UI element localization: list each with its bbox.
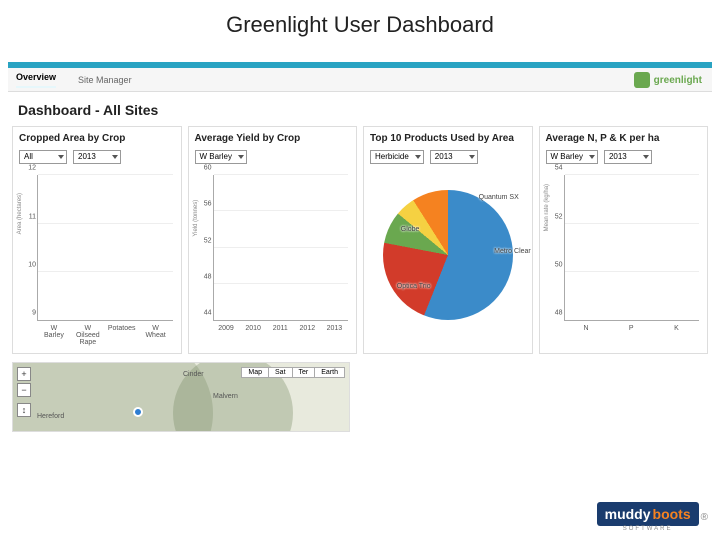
- crop-select[interactable]: W Barley: [546, 150, 598, 164]
- bar-plot: 60 56 52 48 44: [213, 175, 349, 321]
- map-tab-ter[interactable]: Ter: [292, 367, 316, 378]
- panel-map[interactable]: + − ↕ Map Sat Ter Earth Cinder Malvern H…: [12, 362, 350, 432]
- chart-cropped-area: Area (hectares) 12 11 10 9 W Barley W O: [19, 171, 175, 339]
- filter-row: Herbicide 2013: [370, 150, 526, 164]
- filter-row: W Barley: [195, 150, 351, 164]
- panel-title: Cropped Area by Crop: [19, 133, 175, 144]
- panel-top-products: Top 10 Products Used by Area Herbicide 2…: [363, 126, 533, 354]
- brand-text: greenlight: [654, 75, 702, 86]
- panel-avg-yield: Average Yield by Crop W Barley Yield (to…: [188, 126, 358, 354]
- x-axis-labels: W Barley W Oilseed Rape Potatoes W Wheat: [37, 325, 173, 339]
- filter-row: All 2013: [19, 150, 175, 164]
- chart-top-products: Quantum SX Globe Optica Trio Metro Clear: [368, 171, 528, 339]
- x-axis-labels: N P K: [564, 325, 700, 339]
- brand-subtitle: SOFTWARE: [597, 526, 699, 532]
- panel-row: Cropped Area by Crop All 2013 Area (hect…: [12, 126, 708, 354]
- bar-plot: 12 11 10 9: [37, 175, 173, 321]
- panel-npk: Average N, P & K per ha W Barley 2013 Me…: [539, 126, 709, 354]
- year-select[interactable]: 2013: [430, 150, 478, 164]
- x-axis-labels: 2009 2010 2011 2012 2013: [213, 325, 349, 339]
- map-place-label: Hereford: [37, 413, 64, 420]
- panel-cropped-area: Cropped Area by Crop All 2013 Area (hect…: [12, 126, 182, 354]
- map-tab-earth[interactable]: Earth: [314, 367, 345, 378]
- year-select[interactable]: 2013: [604, 150, 652, 164]
- filter-row: W Barley 2013: [546, 150, 702, 164]
- pie-chart: Quantum SX Globe Optica Trio Metro Clear: [383, 190, 513, 320]
- slice-label: Optica Trio: [397, 283, 431, 290]
- panel-title: Average N, P & K per ha: [546, 133, 702, 144]
- slice-label: Quantum SX: [479, 194, 519, 201]
- map-tab-sat[interactable]: Sat: [268, 367, 293, 378]
- tab-bar: Overview Site Manager greenlight: [8, 68, 712, 92]
- registered-icon: ®: [701, 512, 708, 523]
- crop-select[interactable]: W Barley: [195, 150, 247, 164]
- tab-overview[interactable]: Overview: [16, 72, 56, 88]
- map-place-label: Cinder: [183, 371, 204, 378]
- tab-site-manager[interactable]: Site Manager: [78, 75, 132, 85]
- panel-title: Top 10 Products Used by Area: [370, 133, 526, 144]
- dashboard-title: Dashboard - All Sites: [18, 102, 158, 118]
- bar-plot: 54 52 50 48: [564, 175, 700, 321]
- map-marker-icon[interactable]: [133, 407, 143, 417]
- leaf-icon: [634, 72, 650, 88]
- year-select[interactable]: 2013: [73, 150, 121, 164]
- slice-label: Globe: [401, 226, 420, 233]
- product-type-select[interactable]: Herbicide: [370, 150, 424, 164]
- brand-greenlight: greenlight: [634, 72, 702, 88]
- zoom-out-button[interactable]: −: [17, 383, 31, 397]
- slide-title: Greenlight User Dashboard: [0, 12, 720, 38]
- muddyboots-logo: muddyboots: [597, 502, 699, 526]
- chart-avg-yield: Yield (tonnes) 60 56 52 48 44: [195, 171, 351, 339]
- y-axis-label: Mean rate (kg/ha): [544, 184, 550, 231]
- map-type-tabs: Map Sat Ter Earth: [242, 367, 345, 378]
- panel-title: Average Yield by Crop: [195, 133, 351, 144]
- crop-select[interactable]: All: [19, 150, 67, 164]
- app-shell: Overview Site Manager greenlight Dashboa…: [8, 62, 712, 532]
- nav-button[interactable]: ↕: [17, 403, 31, 417]
- map-place-label: Malvern: [213, 393, 238, 400]
- footer-brand: muddyboots SOFTWARE ®: [597, 502, 708, 532]
- slice-label: Metro Clear: [494, 248, 531, 255]
- map-tab-map[interactable]: Map: [241, 367, 269, 378]
- chart-npk: Mean rate (kg/ha) 54 52 50 48 N P K: [546, 171, 702, 339]
- zoom-in-button[interactable]: +: [17, 367, 31, 381]
